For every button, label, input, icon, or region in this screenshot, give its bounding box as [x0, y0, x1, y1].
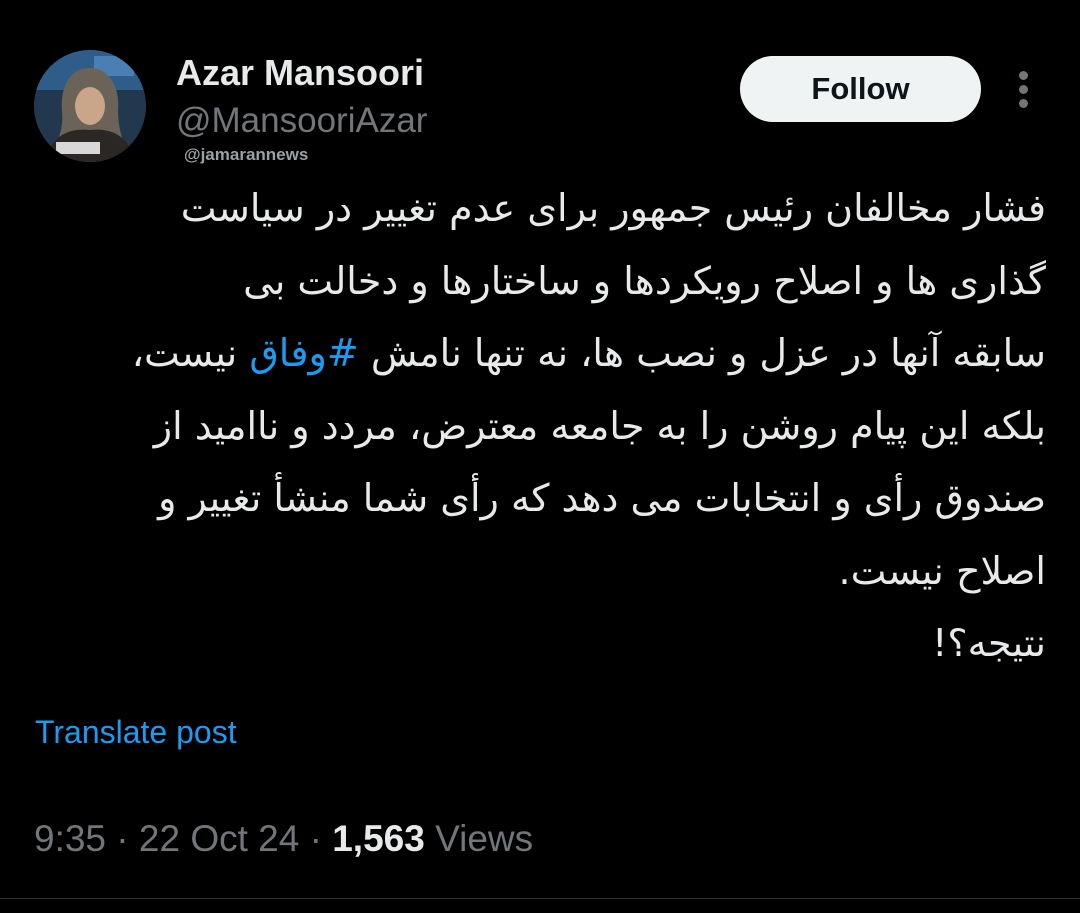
- post-metadata: 9:35 · 22 Oct 24 · 1,563 Views: [34, 818, 533, 860]
- views-count[interactable]: 1,563: [332, 818, 425, 859]
- divider: [0, 898, 1080, 899]
- source-watermark: @jamarannews: [184, 145, 309, 164]
- tweet-line-part: سابقه آنها در عزل و نصب ها، نه تنها نامش: [358, 331, 1046, 375]
- hashtag-link[interactable]: #وفاق: [249, 331, 358, 375]
- avatar-photo: [34, 50, 146, 162]
- tweet-line: گذاری ها و اصلاح رویکردها و ساختارها و د…: [243, 258, 1046, 303]
- meta-separator: ·: [106, 818, 139, 859]
- tweet-line-part: نیست،: [131, 331, 250, 375]
- views-label: Views: [424, 818, 534, 859]
- tweet-line: فشار مخالفان رئیس جمهور برای عدم تغییر د…: [180, 186, 1046, 230]
- tweet-text: فشار مخالفان رئیس جمهور برای عدم تغییر د…: [36, 172, 1046, 680]
- tweet-line: نتیجه؟!: [932, 621, 1046, 665]
- tweet-line: صندوق رأی و انتخابات می دهد که رأی شما م…: [158, 476, 1046, 520]
- tweet-line: سابقه آنها در عزل و نصب ها، نه تنها نامش…: [36, 317, 1046, 390]
- user-handle[interactable]: @MansooriAzar: [176, 101, 427, 141]
- follow-button[interactable]: Follow: [740, 56, 981, 122]
- more-vertical-icon[interactable]: [1006, 64, 1042, 116]
- post-time[interactable]: 9:35: [34, 818, 106, 859]
- tweet-line: اصلاح نیست.: [838, 548, 1046, 593]
- avatar[interactable]: [34, 50, 146, 162]
- tweet-line: بلکه این پیام روشن را به جامعه معترض، مر…: [153, 403, 1046, 448]
- post-date[interactable]: 22 Oct 24: [139, 818, 299, 859]
- translate-post-link[interactable]: Translate post: [35, 714, 237, 751]
- meta-separator: ·: [299, 818, 333, 859]
- display-name[interactable]: Azar Mansoori: [176, 52, 424, 94]
